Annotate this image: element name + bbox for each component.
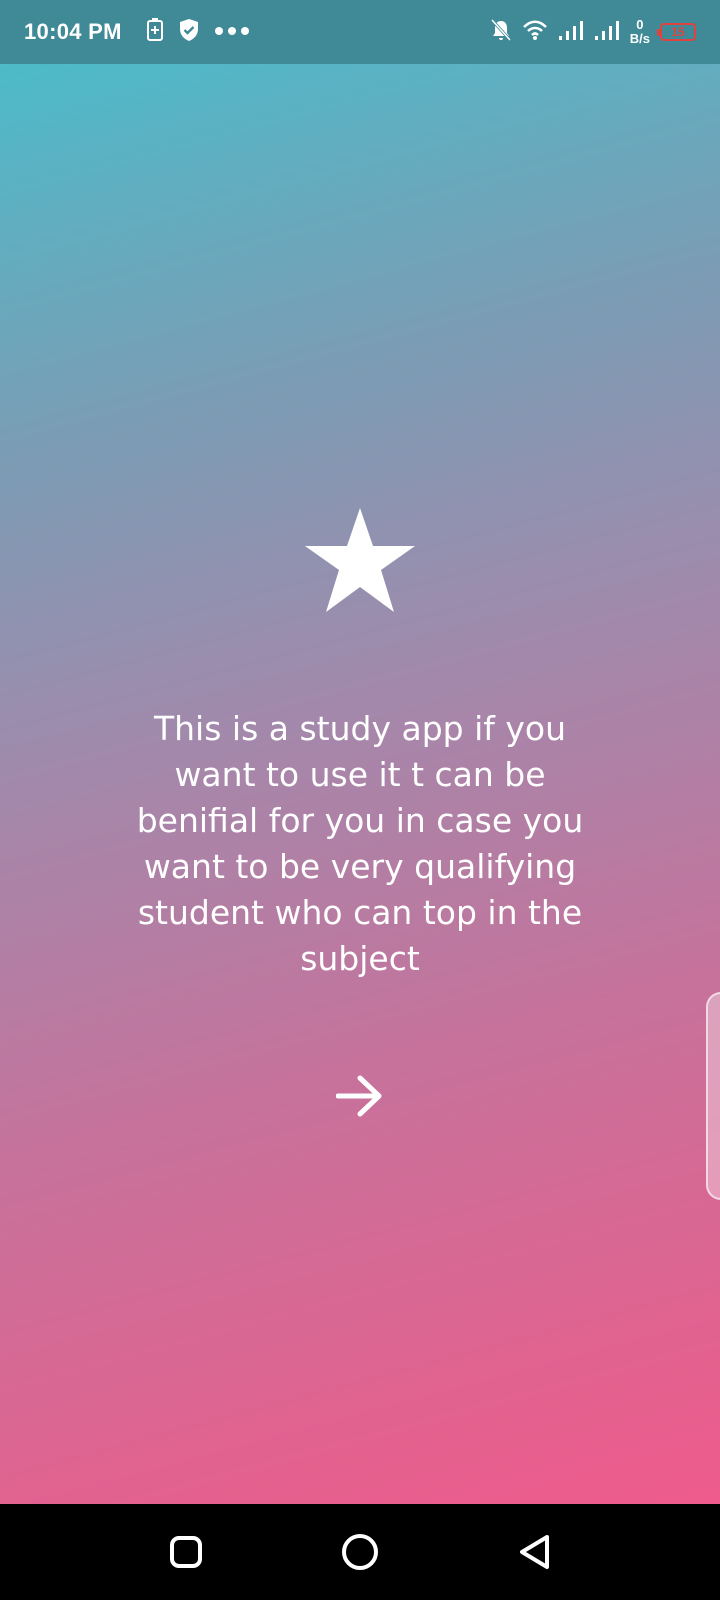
net-speed-unit: B/s [629, 31, 650, 46]
bell-off-icon [490, 18, 512, 47]
wifi-icon [522, 19, 548, 46]
recents-button[interactable] [166, 1534, 206, 1574]
home-circle-icon [341, 1533, 379, 1576]
status-time: 10:04 PM [24, 19, 122, 44]
back-triangle-icon [517, 1534, 551, 1575]
signal-icon [594, 19, 620, 46]
recents-square-icon [169, 1535, 203, 1574]
status-left-icons [146, 17, 250, 47]
back-button[interactable] [514, 1534, 554, 1574]
net-speed-value: 0 [636, 17, 644, 32]
next-arrow-button[interactable] [330, 1068, 390, 1128]
star-icon [305, 508, 415, 612]
battery-saver-icon [146, 17, 164, 47]
navigation-bar [0, 1504, 720, 1600]
more-dots-icon [214, 23, 250, 41]
status-bar: 10:04 PM 0 B/s 15 [0, 0, 720, 64]
status-right-icons: 0 B/s 15 [490, 18, 696, 47]
onboarding-screen: This is a study app if you want to use i… [0, 64, 720, 1504]
shield-icon [178, 18, 200, 47]
battery-level: 15 [671, 25, 685, 39]
home-button[interactable] [340, 1533, 380, 1576]
intro-text: This is a study app if you want to use i… [136, 709, 584, 978]
net-speed: 0 B/s [630, 18, 650, 46]
battery-icon: 15 [657, 23, 696, 41]
arrow-right-icon [335, 1074, 384, 1123]
signal-icon [558, 19, 584, 46]
edge-panel-handle[interactable] [706, 992, 720, 1200]
